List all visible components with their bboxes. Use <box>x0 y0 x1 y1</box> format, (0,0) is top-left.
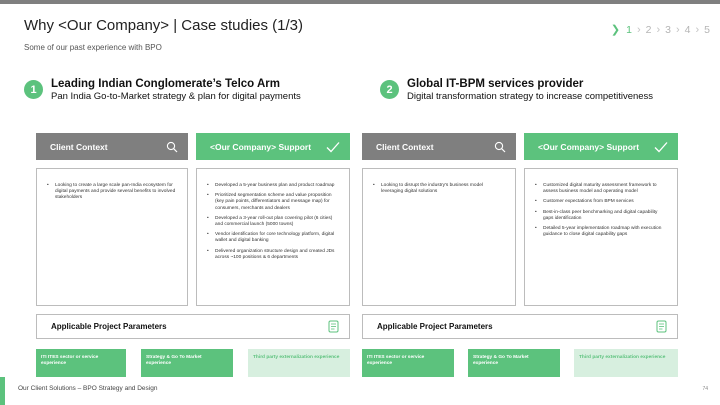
support-list: Developed a 5-year business plan and pro… <box>207 183 339 261</box>
params-bar-1: Applicable Project Parameters <box>36 314 350 339</box>
checkmark-icon <box>654 141 668 152</box>
param-tag-2-1: ITI ITES sector or service experience <box>362 349 454 377</box>
client-context-label: Client Context <box>376 141 434 152</box>
support-label: <Our Company> Support <box>210 141 312 152</box>
document-icon <box>328 320 339 333</box>
case-name: Global IT-BPM services provider <box>407 78 584 90</box>
list-item: Looking to create a large scale pan-Indi… <box>47 183 177 202</box>
magnifier-icon <box>166 141 178 152</box>
support-label: <Our Company> Support <box>538 141 640 152</box>
case-name: Leading Indian Conglomerate’s Telco Arm <box>51 78 280 90</box>
page-title: Why <Our Company> | Case studies (1/3) <box>24 17 304 34</box>
client-context-body-2: Looking to disrupt the industry's busine… <box>362 168 516 306</box>
chevron-right-icon: › <box>675 23 680 36</box>
case-number-badge: 2 <box>380 80 399 99</box>
document-icon <box>656 320 667 333</box>
magnifier-icon <box>494 141 506 152</box>
support-list: Customized digital maturity assessment f… <box>535 183 667 238</box>
list-item: Detailed 5-year implementation roadmap w… <box>535 226 667 238</box>
list-item: Delivered organization structure design … <box>207 249 339 261</box>
chevron-right-icon: › <box>695 23 700 36</box>
top-rule <box>0 0 720 4</box>
pager-item-2[interactable]: 2 <box>646 24 652 36</box>
params-label: Applicable Project Parameters <box>51 322 167 331</box>
pager-item-5[interactable]: 5 <box>704 24 710 36</box>
checkmark-icon <box>326 141 340 152</box>
client-context-list: Looking to disrupt the industry's busine… <box>373 183 505 195</box>
client-context-bar-2: Client Context <box>362 133 516 160</box>
client-context-bar-1: Client Context <box>36 133 188 160</box>
params-bar-2: Applicable Project Parameters <box>362 314 678 339</box>
param-tag-1-3: Third party externalization experience <box>248 349 350 377</box>
support-bar-1: <Our Company> Support <box>196 133 350 160</box>
footer-text: Our Client Solutions – BPO Strategy and … <box>18 385 158 392</box>
pager-item-4[interactable]: 4 <box>685 24 691 36</box>
params-label: Applicable Project Parameters <box>377 322 493 331</box>
footer-accent-bar <box>0 377 5 405</box>
param-tag-1-2: Strategy & Go To Market experience <box>141 349 233 377</box>
pager-item-1[interactable]: 1 <box>626 24 632 36</box>
page-subtitle: Some of our past experience with BPO <box>24 43 162 52</box>
chevron-right-icon: › <box>656 23 661 36</box>
list-item: Customized digital maturity assessment f… <box>535 183 667 195</box>
chevron-right-icon[interactable]: ❯ <box>611 23 620 36</box>
pager: ❯ 1 › 2 › 3 › 4 › 5 <box>611 23 710 37</box>
param-tag-1-1: ITI ITES sector or service experience <box>36 349 126 377</box>
client-context-list: Looking to create a large scale pan-Indi… <box>47 183 177 202</box>
case-number-badge: 1 <box>24 80 43 99</box>
list-item: Looking to disrupt the industry's busine… <box>373 183 505 195</box>
case-header-1: 1 Leading Indian Conglomerate’s Telco Ar… <box>24 78 301 102</box>
client-context-label: Client Context <box>50 141 108 152</box>
list-item: Developed a 3-year roll-out plan coverin… <box>207 216 339 228</box>
pager-item-3[interactable]: 3 <box>665 24 671 36</box>
list-item: Developed a 5-year business plan and pro… <box>207 183 339 189</box>
client-context-body-1: Looking to create a large scale pan-Indi… <box>36 168 188 306</box>
support-body-1: Developed a 5-year business plan and pro… <box>196 168 350 306</box>
chevron-right-icon: › <box>636 23 641 36</box>
support-body-2: Customized digital maturity assessment f… <box>524 168 678 306</box>
support-bar-2: <Our Company> Support <box>524 133 678 160</box>
list-item: Vendor identification for core technolog… <box>207 232 339 244</box>
list-item: Best-in-class peer benchmarking and digi… <box>535 210 667 222</box>
page-number: 74 <box>702 386 708 392</box>
case-header-2: 2 Global IT-BPM services provider Digita… <box>380 78 653 102</box>
list-item: Customer expectations from BPM services <box>535 199 667 205</box>
param-tag-2-3: Third party externalization experience <box>574 349 678 377</box>
list-item: Prioritized segmentation scheme and valu… <box>207 193 339 212</box>
case-description: Digital transformation strategy to incre… <box>407 91 654 102</box>
param-tag-2-2: Strategy & Go To Market experience <box>468 349 560 377</box>
case-description: Pan India Go-to-Market strategy & plan f… <box>51 91 301 102</box>
